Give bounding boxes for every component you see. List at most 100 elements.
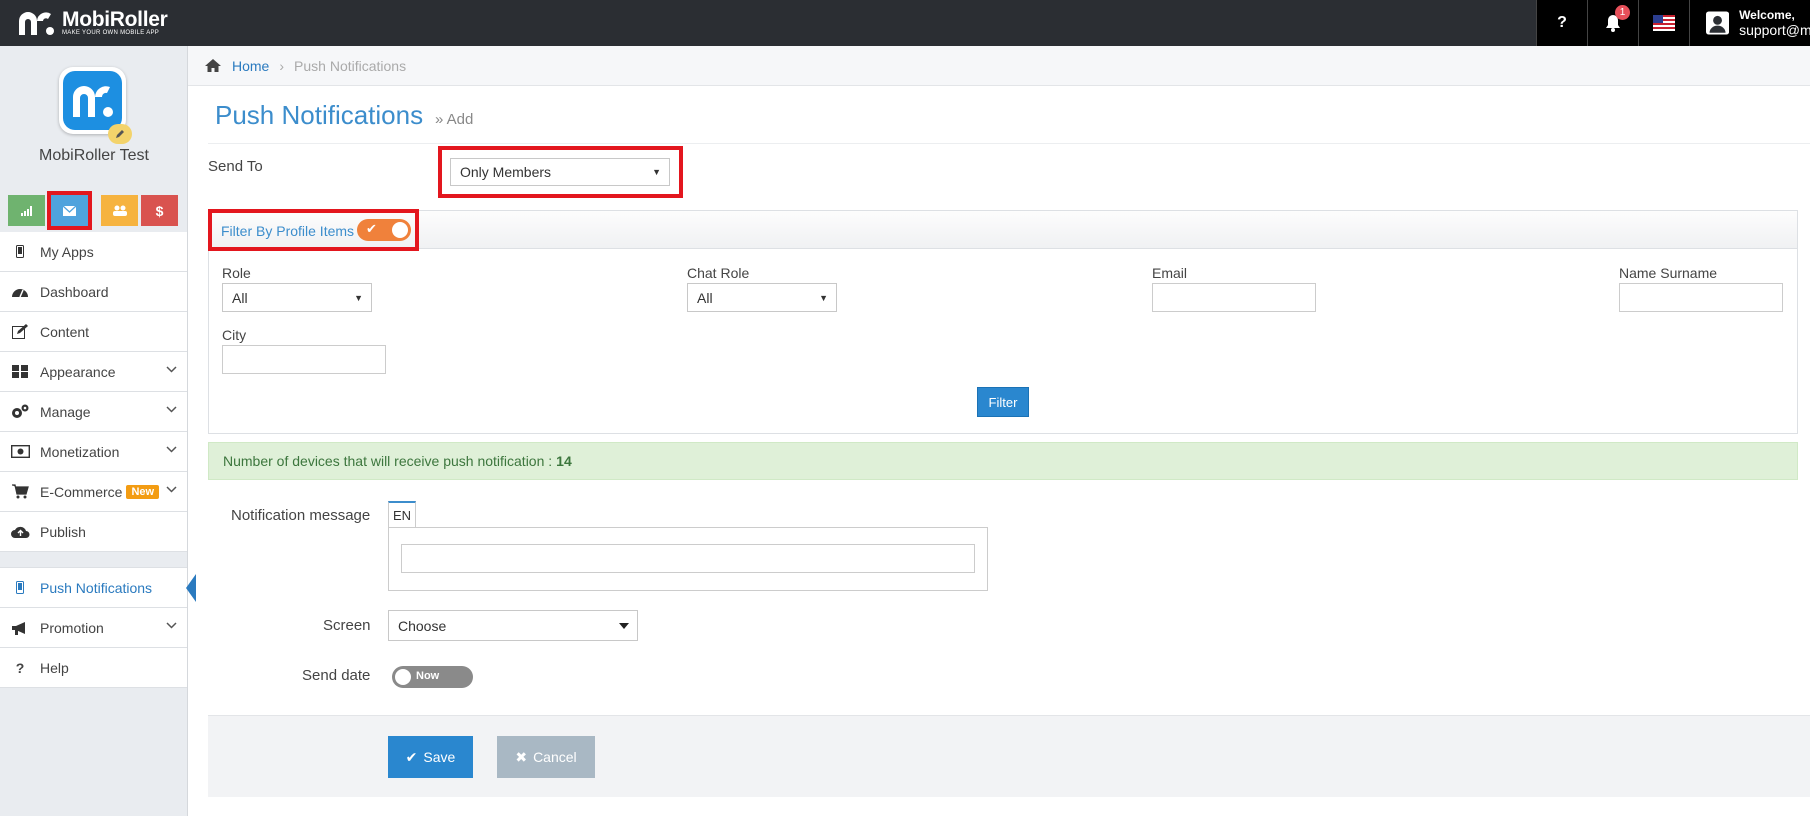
filter-panel-header: Filter By Profile Items ✔ bbox=[209, 211, 1797, 249]
header-divider bbox=[208, 143, 1810, 144]
check-icon: ✔ bbox=[405, 748, 418, 765]
message-box bbox=[388, 527, 988, 591]
sidebar-item-label: Dashboard bbox=[40, 283, 109, 300]
city-label: City bbox=[222, 327, 247, 343]
chevron-down-icon bbox=[166, 366, 177, 373]
chat-role-select[interactable]: All ▼ bbox=[687, 283, 837, 312]
page-title: Push Notifications bbox=[215, 100, 424, 130]
breadcrumb-home-link[interactable]: Home bbox=[232, 58, 269, 74]
grid-icon bbox=[10, 364, 30, 380]
new-badge: New bbox=[126, 484, 160, 499]
question-icon: ? bbox=[15, 659, 25, 676]
cloud-upload-icon bbox=[10, 524, 30, 540]
language-button[interactable] bbox=[1638, 0, 1689, 46]
edit-app-button[interactable] bbox=[108, 124, 132, 144]
monetize-quick-button[interactable]: $ bbox=[141, 195, 178, 226]
send-date-toggle-label: Now bbox=[416, 670, 440, 682]
filter-button[interactable]: Filter bbox=[977, 387, 1029, 417]
chevron-down-icon bbox=[166, 622, 177, 629]
toggle-knob bbox=[395, 669, 411, 685]
sidebar-item-appearance[interactable]: Appearance bbox=[0, 352, 187, 392]
notification-message-input[interactable] bbox=[401, 544, 975, 573]
notification-badge: 1 bbox=[1615, 5, 1630, 20]
megaphone-icon bbox=[10, 620, 30, 636]
role-select[interactable]: All ▼ bbox=[222, 283, 372, 312]
chevron-down-icon bbox=[166, 446, 177, 453]
phone-icon bbox=[10, 580, 30, 596]
user-email: support@m bbox=[1739, 22, 1810, 38]
send-to-label: Send To bbox=[208, 158, 263, 175]
caret-down-icon: ▼ bbox=[354, 292, 363, 303]
screen-value: Choose bbox=[398, 617, 447, 634]
name-surname-label: Name Surname bbox=[1619, 265, 1718, 281]
breadcrumb-separator: › bbox=[279, 57, 285, 74]
sidebar-item-label: My Apps bbox=[40, 243, 94, 260]
stats-button[interactable] bbox=[8, 195, 45, 226]
caret-down-icon bbox=[619, 622, 629, 629]
devices-text: Number of devices that will receive push… bbox=[223, 453, 553, 469]
chat-role-label: Chat Role bbox=[687, 265, 750, 281]
users-quick-button[interactable] bbox=[101, 195, 138, 226]
sidebar-item-push-notifications[interactable]: Push Notifications bbox=[0, 568, 196, 608]
sidebar-item-label: Content bbox=[40, 323, 90, 340]
sidebar-item-content[interactable]: Content bbox=[0, 312, 187, 352]
user-menu[interactable]: Welcome, support@m bbox=[1689, 0, 1810, 46]
city-field[interactable] bbox=[222, 345, 386, 374]
highlight-push-quick bbox=[47, 191, 92, 230]
page-subtitle: » Add bbox=[435, 111, 474, 128]
menu-divider bbox=[0, 552, 187, 568]
home-icon bbox=[205, 59, 221, 72]
sidebar-item-publish[interactable]: Publish bbox=[0, 512, 187, 552]
sidebar-item-dashboard[interactable]: Dashboard bbox=[0, 272, 187, 312]
page-header: Push Notifications » Add bbox=[215, 100, 473, 131]
chevron-down-icon bbox=[166, 406, 177, 413]
logo-tagline: MAKE YOUR OWN MOBILE APP bbox=[62, 29, 160, 36]
save-label: Save bbox=[423, 749, 456, 765]
logo[interactable]: MobiRoller MAKE YOUR OWN MOBILE APP bbox=[16, 9, 168, 37]
phone-icon bbox=[10, 244, 30, 260]
highlight-send-to bbox=[438, 146, 683, 198]
email-field[interactable] bbox=[1152, 283, 1316, 312]
sidebar-item-label: E-Commerce bbox=[40, 483, 123, 500]
filter-panel: Filter By Profile Items ✔ Role All ▼ Cha… bbox=[208, 210, 1798, 434]
devices-count: 14 bbox=[556, 453, 572, 469]
email-label: Email bbox=[1152, 265, 1188, 281]
sidebar-item-label: Promotion bbox=[40, 619, 104, 636]
screen-label: Screen bbox=[323, 617, 371, 634]
sidebar-item-help[interactable]: ? Help bbox=[0, 648, 187, 688]
us-flag-icon bbox=[1653, 15, 1675, 31]
save-button[interactable]: ✔ Save bbox=[388, 736, 473, 778]
sidebar-item-manage[interactable]: Manage bbox=[0, 392, 187, 432]
help-button[interactable]: ? bbox=[1536, 0, 1587, 46]
app-icon[interactable] bbox=[59, 67, 132, 144]
screen-select[interactable]: Choose bbox=[388, 610, 638, 641]
logo-name: MobiRoller bbox=[62, 7, 168, 31]
chat-role-value: All bbox=[697, 289, 713, 306]
users-icon bbox=[112, 205, 127, 216]
notifications-button[interactable]: 1 bbox=[1587, 0, 1638, 46]
sidebar-item-promotion[interactable]: Promotion bbox=[0, 608, 187, 648]
edit-icon bbox=[10, 324, 30, 340]
welcome-label: Welcome, bbox=[1739, 8, 1795, 22]
caret-down-icon: ▼ bbox=[819, 292, 828, 303]
send-date-toggle[interactable]: Now bbox=[392, 666, 473, 688]
top-bar: MobiRoller MAKE YOUR OWN MOBILE APP ? 1 … bbox=[0, 0, 1810, 46]
tab-en[interactable]: EN bbox=[388, 501, 416, 527]
close-icon: ✖ bbox=[515, 748, 528, 765]
send-date-label: Send date bbox=[302, 667, 371, 684]
dollar-icon: $ bbox=[155, 202, 164, 219]
cancel-button[interactable]: ✖ Cancel bbox=[497, 736, 595, 778]
sidebar-item-label: Manage bbox=[40, 403, 91, 420]
sidebar-item-monetization[interactable]: Monetization bbox=[0, 432, 187, 472]
sidebar-item-label: Push Notifications bbox=[40, 579, 153, 596]
sidebar-menu: My Apps Dashboard Content Appearance Man… bbox=[0, 232, 196, 688]
sidebar-item-my-apps[interactable]: My Apps bbox=[0, 232, 187, 272]
breadcrumb-current: Push Notifications bbox=[294, 57, 407, 74]
sidebar-item-label: Help bbox=[40, 659, 69, 676]
sidebar-item-e-commerce[interactable]: E-Commerce New bbox=[0, 472, 187, 512]
sidebar-item-label: Appearance bbox=[40, 363, 116, 380]
name-surname-field[interactable] bbox=[1619, 283, 1783, 312]
pencil-icon bbox=[116, 130, 124, 138]
cancel-label: Cancel bbox=[533, 749, 577, 765]
devices-info-bar: Number of devices that will receive push… bbox=[208, 442, 1798, 480]
